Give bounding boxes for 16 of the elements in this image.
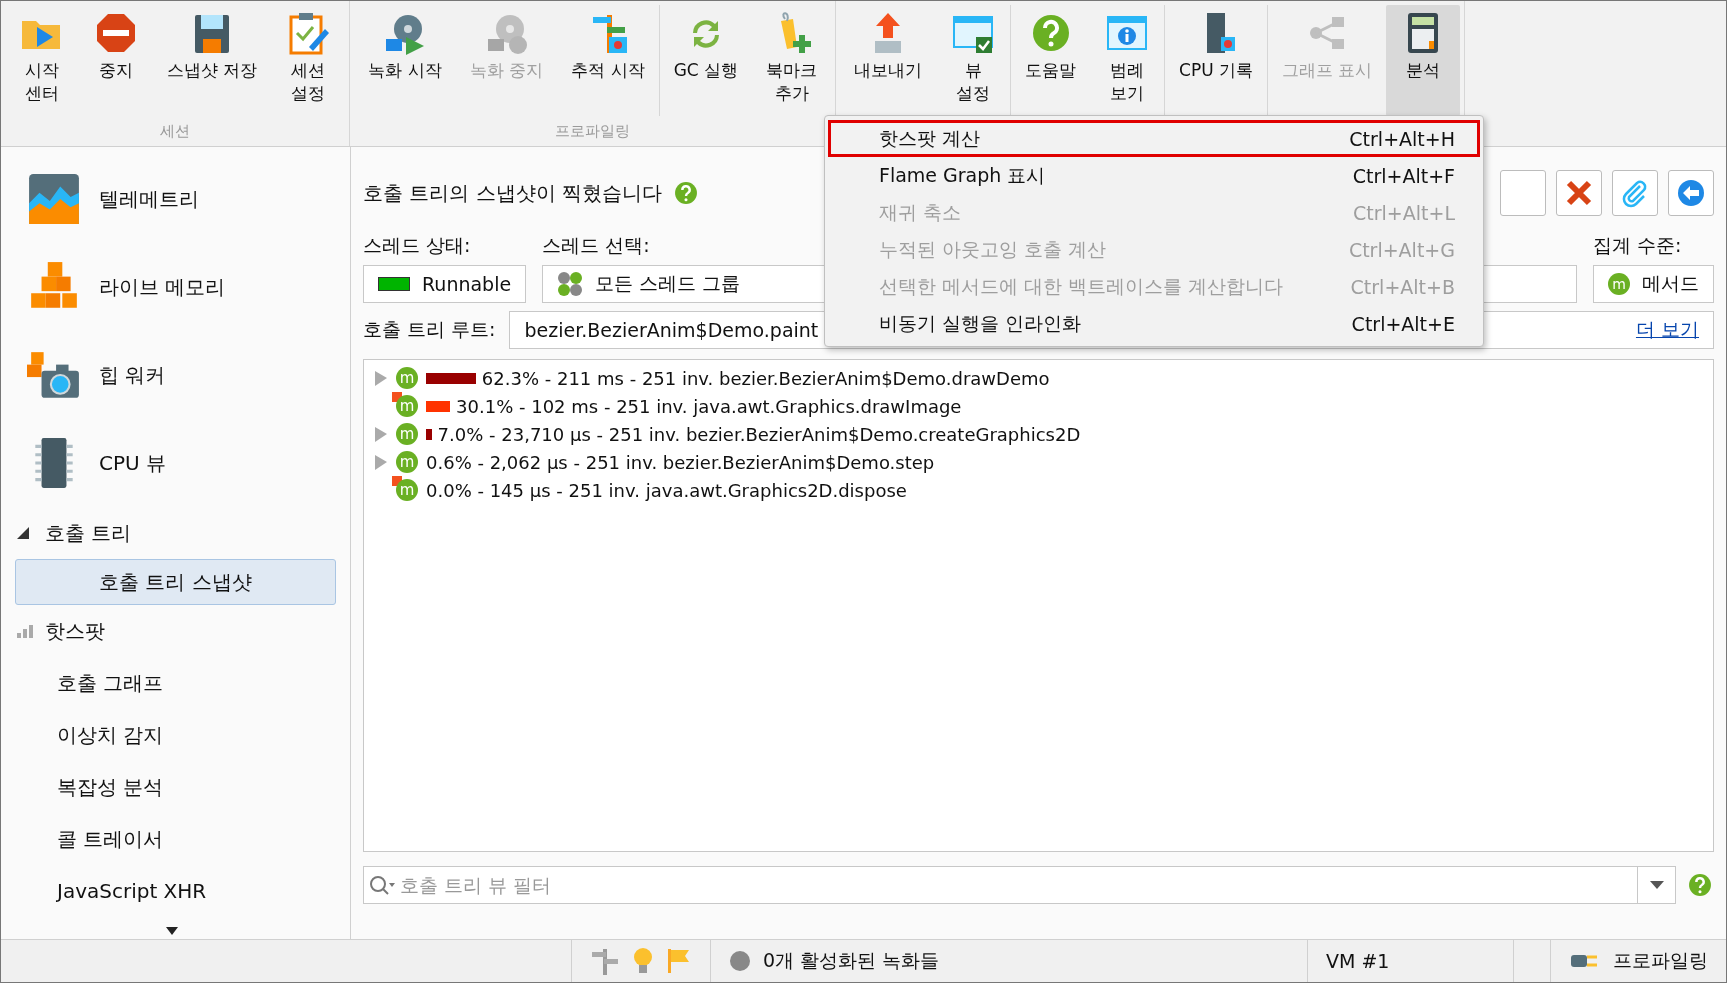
method-icon: m — [394, 477, 420, 503]
profiling-mode: 프로파일링 — [1613, 948, 1708, 973]
snapshot-title: 호출 트리의 스냅샷이 찍혔습니다 — [363, 179, 663, 207]
method-icon: m — [394, 365, 420, 391]
field-label: 스레드 상태: — [363, 233, 471, 258]
method-icon: m — [394, 449, 420, 475]
recordings-status: 0개 활성화된 녹화들 — [763, 948, 940, 973]
vm-label: VM #1 — [1326, 950, 1390, 972]
method-icon: m — [394, 393, 420, 419]
field-label: 스레드 선택: — [542, 233, 650, 258]
field-label: 집계 수준: — [1593, 233, 1682, 258]
method-icon: m — [1608, 273, 1630, 295]
group-label: 세션 — [159, 121, 192, 142]
group-label: 프로파일링 — [554, 121, 632, 142]
method-icon: m — [394, 421, 420, 447]
field-label: 호출 트리 루트: — [363, 317, 496, 342]
